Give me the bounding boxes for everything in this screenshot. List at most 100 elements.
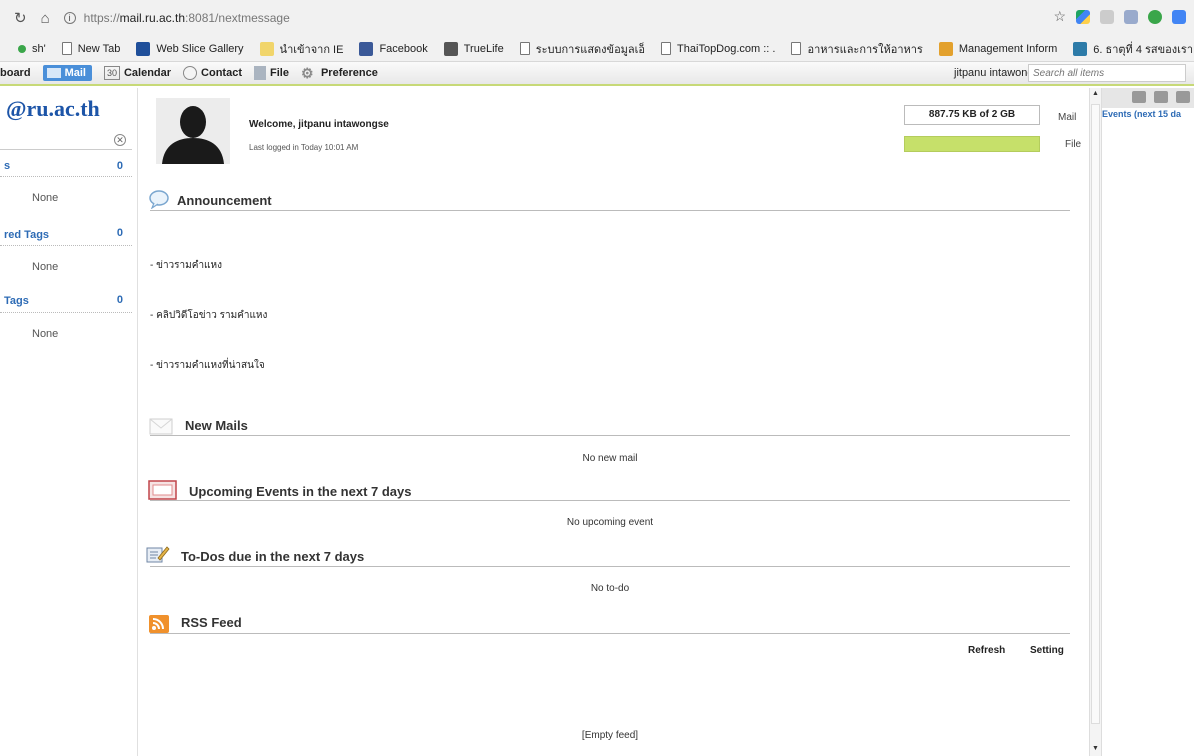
divider [150, 210, 1070, 211]
todos-title: To-Dos due in the next 7 days [181, 549, 365, 564]
bookmark-item[interactable]: Web Slice Gallery [136, 41, 244, 56]
truelife-icon [443, 41, 458, 56]
menu-calendar[interactable]: 30 Calendar [103, 66, 171, 80]
drive-icon[interactable] [1076, 9, 1090, 24]
scroll-down-icon[interactable]: ▼ [1092, 745, 1099, 752]
left-group-none: None [32, 192, 59, 204]
left-group-label[interactable]: red Tags [4, 229, 49, 241]
announcement-title: Announcement [177, 193, 272, 208]
extension-icon-2[interactable] [1124, 9, 1138, 24]
page-icon [791, 42, 802, 55]
todos-empty: No to-do [590, 583, 630, 594]
bookmark-item[interactable]: ThaiTopDog.com :: . [661, 42, 775, 55]
scroll-thumb[interactable] [1091, 104, 1100, 724]
menu-mail-label: Mail [64, 67, 86, 79]
file-icon [254, 66, 266, 80]
right-panel: Events (next 15 da [1101, 88, 1194, 756]
announcement-link[interactable]: - คลิปวิดีโอข่าว รามคำแหง [150, 308, 267, 323]
extension-icon[interactable] [1100, 9, 1114, 24]
bookmark-item[interactable]: อาหารและการให้อาหาร [791, 40, 923, 58]
rss-setting-link[interactable]: Setting [1030, 645, 1064, 656]
events-empty: No upcoming event [566, 517, 654, 528]
screen: { "browser": { "url_prefix": "https://",… [0, 0, 1194, 756]
reload-icon[interactable]: ↻ [14, 9, 27, 27]
refresh-icon[interactable] [1176, 91, 1190, 103]
divider [150, 500, 1070, 501]
bookmark-label: New Tab [77, 42, 121, 55]
menu-mail[interactable]: Mail [42, 65, 92, 81]
url-field[interactable]: https://mail.ru.ac.th:8081/nextmessage [84, 11, 290, 25]
bookmark-item[interactable]: 6. ธาตุที่ 4 รสของเรา [1073, 40, 1193, 58]
menu-dashboard-label: board [0, 67, 31, 79]
envelope-icon [149, 418, 173, 435]
left-search[interactable]: ✕ [0, 132, 132, 150]
left-group-count: 0 [116, 160, 123, 172]
page-icon [519, 42, 530, 55]
new-mails-empty: No new mail [582, 453, 638, 464]
avatar [156, 98, 230, 164]
rss-title: RSS Feed [181, 615, 242, 630]
bookmark-label: TrueLife [463, 42, 504, 55]
domain-logo: @ru.ac.th [6, 96, 100, 121]
bookmark-label: Facebook [379, 42, 428, 55]
bookmark-item[interactable]: TrueLife [443, 41, 504, 56]
bookmark-item[interactable]: Management Inform [938, 41, 1057, 56]
left-group-count: 0 [116, 294, 123, 306]
announcement-link[interactable]: - ข่าวรามคำแหง [150, 258, 222, 273]
bookmark-item[interactable]: นำเข้าจาก IE [259, 40, 344, 58]
bookmark-item[interactable]: Facebook [359, 41, 428, 56]
bookmark-label: sh' [32, 42, 46, 55]
extension-icon-4[interactable] [1172, 9, 1186, 24]
right-toolbar [1102, 88, 1194, 108]
left-group-none: None [32, 261, 59, 273]
scroll-up-icon[interactable]: ▲ [1092, 90, 1099, 97]
wordpress-icon [1073, 41, 1088, 56]
bookmark-item[interactable]: ระบบการแสดงข้อมูลเอ็ [519, 40, 645, 58]
page-icon [661, 42, 672, 55]
home-icon[interactable]: ⌂ [41, 10, 50, 27]
menu-file[interactable]: File [254, 66, 289, 80]
bookmark-label: ThaiTopDog.com :: . [677, 42, 776, 55]
menu-contact-label: Contact [201, 67, 242, 79]
divider [150, 566, 1070, 567]
bookmark-label: นำเข้าจาก IE [279, 43, 344, 56]
mis-icon [938, 41, 953, 56]
rss-icon [149, 615, 169, 633]
events-title: Upcoming Events in the next 7 days [189, 484, 412, 499]
bookmark-label: 6. ธาตุที่ 4 รสของเรา [1093, 43, 1193, 56]
collapse-icon[interactable] [1132, 91, 1146, 103]
star-icon[interactable]: ☆ [1053, 8, 1066, 25]
rss-empty: [Empty feed] [581, 730, 639, 741]
left-group-none: None [32, 328, 59, 340]
rss-refresh-link[interactable]: Refresh [968, 645, 1005, 656]
bookmark-item[interactable]: New Tab [61, 42, 121, 55]
welcome-text: Welcome, jitpanu intawongse [249, 119, 389, 130]
mail-icon [46, 68, 61, 78]
folder-icon [259, 41, 274, 56]
checkbox-icon[interactable] [1154, 91, 1168, 103]
calendar-icon: 30 [103, 66, 120, 80]
left-group-label[interactable]: Tags [4, 295, 29, 307]
divider [0, 312, 132, 313]
extension-icon-3[interactable] [1148, 9, 1162, 24]
search-all-input[interactable] [1028, 64, 1186, 82]
bookmark-label: Web Slice Gallery [156, 42, 244, 55]
mail-quota: 887.75 KB of 2 GB [904, 105, 1040, 125]
info-icon[interactable]: i [63, 12, 76, 24]
avatar-silhouette-icon [156, 98, 230, 164]
menu-dashboard[interactable]: board [0, 67, 31, 79]
browser-address-bar: ↻ ⌂ i https://mail.ru.ac.th:8081/nextmes… [0, 0, 1194, 36]
extension-icons: ☆ [1053, 8, 1186, 25]
divider [150, 435, 1070, 436]
announcement-link[interactable]: - ข่าวรามคำแหงที่น่าสนใจ [150, 358, 265, 373]
contact-icon [183, 66, 198, 80]
menu-contact[interactable]: Contact [183, 66, 242, 80]
divider [0, 245, 132, 246]
left-group-label[interactable]: s [4, 160, 10, 172]
main-scrollbar[interactable]: ▲ ▼ [1089, 88, 1101, 756]
menu-preference[interactable]: ⚙ Preference [301, 66, 378, 80]
bookmark-item[interactable]: sh' [18, 43, 46, 55]
bookmark-label: อาหารและการให้อาหาร [807, 43, 923, 56]
new-mails-title: New Mails [185, 418, 248, 433]
clear-icon[interactable]: ✕ [114, 134, 126, 146]
